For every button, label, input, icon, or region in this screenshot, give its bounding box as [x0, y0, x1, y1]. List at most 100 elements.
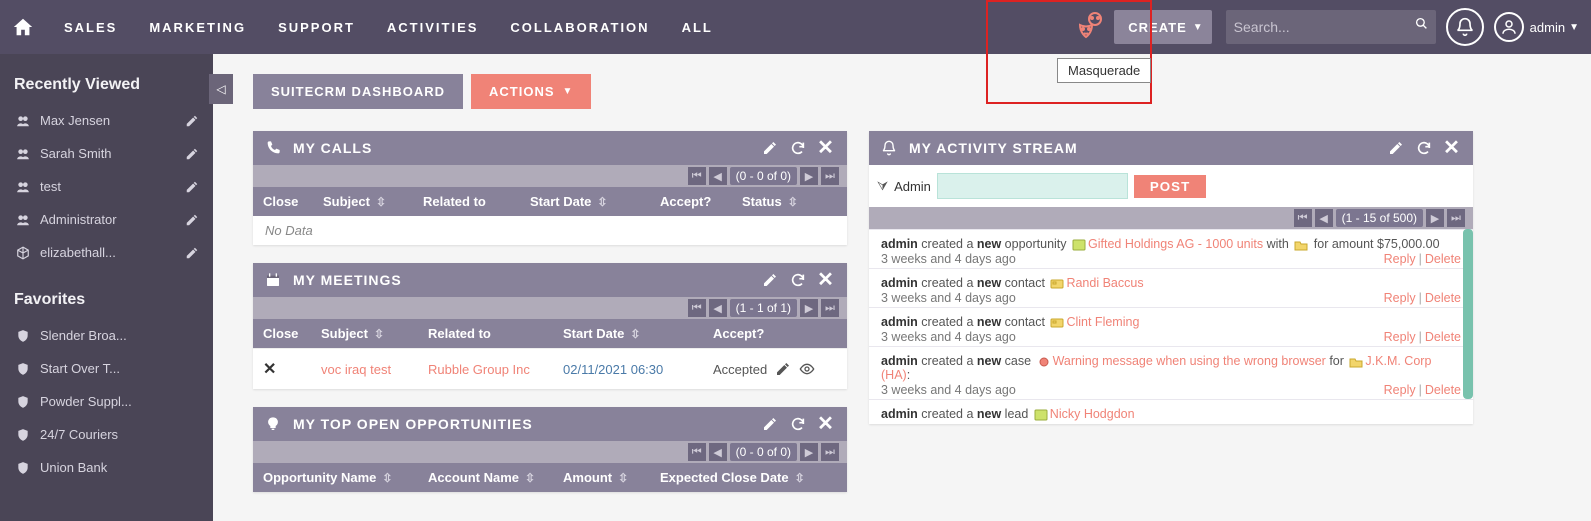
nav-marketing[interactable]: MARKETING [133, 0, 262, 54]
reply-link[interactable]: Reply [1384, 252, 1416, 266]
col-startdate[interactable]: Start Date⇳ [553, 319, 703, 348]
view-icon[interactable] [799, 361, 815, 377]
pager-last-icon[interactable]: ⏭ [821, 167, 839, 185]
col-startdate[interactable]: Start Date⇳ [520, 187, 650, 216]
col-subject[interactable]: Subject⇳ [311, 319, 418, 348]
reply-link[interactable]: Reply [1384, 291, 1416, 305]
pager-first-icon[interactable]: ⏮ [688, 299, 706, 317]
sidebar-item[interactable]: Sarah Smith [0, 137, 213, 170]
col-close[interactable]: Close [253, 319, 311, 348]
sidebar-item[interactable]: Slender Broa... [0, 319, 213, 352]
refresh-icon[interactable] [1415, 139, 1433, 157]
activity-link[interactable]: Randi Baccus [1066, 276, 1143, 290]
delete-link[interactable]: Delete [1425, 383, 1461, 397]
search-box[interactable] [1226, 10, 1436, 44]
nav-support[interactable]: SUPPORT [262, 0, 371, 54]
tab-dashboard[interactable]: SUITECRM DASHBOARD [253, 74, 463, 109]
activity-link[interactable]: Clint Fleming [1066, 315, 1139, 329]
expand-icon[interactable]: ⮛ [877, 178, 888, 194]
row-close-icon[interactable]: ✕ [263, 359, 276, 379]
nav-all[interactable]: ALL [666, 0, 729, 54]
reply-link[interactable]: Reply [1384, 330, 1416, 344]
sidebar-item[interactable]: Administrator [0, 203, 213, 236]
search-input[interactable] [1234, 19, 1415, 35]
edit-icon[interactable] [761, 139, 779, 157]
sidebar-item[interactable]: Union Bank [0, 451, 213, 484]
edit-icon[interactable] [775, 361, 791, 377]
col-close-date[interactable]: Expected Close Date⇳ [650, 463, 847, 492]
activity-link[interactable]: Nicky Hodgdon [1050, 407, 1135, 421]
close-icon[interactable]: ✕ [817, 271, 835, 289]
notifications-icon[interactable] [1446, 8, 1484, 46]
pager-prev-icon[interactable]: ◀ [1315, 209, 1333, 227]
search-icon[interactable] [1415, 17, 1428, 37]
activity-link[interactable]: Warning message when using the wrong bro… [1053, 354, 1326, 368]
pager-next-icon[interactable]: ▶ [800, 167, 818, 185]
edit-icon[interactable] [1387, 139, 1405, 157]
pencil-icon[interactable] [185, 147, 199, 161]
activity-stream-dashlet: MY ACTIVITY STREAM ✕ ⮛ Admin POST ⏮ ◀ [869, 131, 1473, 424]
col-subject[interactable]: Subject⇳ [313, 187, 413, 216]
pager-next-icon[interactable]: ▶ [800, 443, 818, 461]
pager-next-icon[interactable]: ▶ [800, 299, 818, 317]
pager-next-icon[interactable]: ▶ [1426, 209, 1444, 227]
pager-first-icon[interactable]: ⏮ [688, 443, 706, 461]
col-accept[interactable]: Accept? [703, 319, 847, 348]
pager-last-icon[interactable]: ⏭ [821, 299, 839, 317]
col-related[interactable]: Related to [413, 187, 520, 216]
nav-sales[interactable]: SALES [48, 0, 133, 54]
refresh-icon[interactable] [789, 271, 807, 289]
pencil-icon[interactable] [185, 114, 199, 128]
col-status[interactable]: Status⇳ [732, 187, 847, 216]
pager-prev-icon[interactable]: ◀ [709, 299, 727, 317]
sidebar-item[interactable]: Powder Suppl... [0, 385, 213, 418]
reply-link[interactable]: Reply [1384, 383, 1416, 397]
activity-input[interactable] [937, 173, 1128, 199]
scrollbar[interactable] [1463, 229, 1473, 399]
pager-first-icon[interactable]: ⏮ [688, 167, 706, 185]
pager-last-icon[interactable]: ⏭ [821, 443, 839, 461]
pager-first-icon[interactable]: ⏮ [1294, 209, 1312, 227]
sidebar-item[interactable]: Max Jensen [0, 104, 213, 137]
sidebar-item[interactable]: Start Over T... [0, 352, 213, 385]
close-icon[interactable]: ✕ [817, 139, 835, 157]
user-avatar-icon[interactable] [1494, 12, 1524, 42]
col-account-name[interactable]: Account Name⇳ [418, 463, 553, 492]
home-icon[interactable] [12, 16, 34, 38]
delete-link[interactable]: Delete [1425, 252, 1461, 266]
edit-icon[interactable] [761, 271, 779, 289]
user-menu[interactable]: admin ▼ [1530, 20, 1579, 35]
nav-activities[interactable]: ACTIVITIES [371, 0, 495, 54]
activity-link[interactable]: Gifted Holdings AG - 1000 units [1088, 237, 1263, 251]
pencil-icon[interactable] [185, 246, 199, 260]
close-icon[interactable]: ✕ [817, 415, 835, 433]
edit-icon[interactable] [761, 415, 779, 433]
col-amount[interactable]: Amount⇳ [553, 463, 650, 492]
delete-link[interactable]: Delete [1425, 330, 1461, 344]
col-accept[interactable]: Accept? [650, 187, 732, 216]
col-related[interactable]: Related to [418, 319, 553, 348]
pencil-icon[interactable] [185, 180, 199, 194]
delete-link[interactable]: Delete [1425, 291, 1461, 305]
col-close[interactable]: Close [253, 187, 313, 216]
favorites-title: Favorites [0, 269, 213, 319]
col-opp-name[interactable]: Opportunity Name⇳ [253, 463, 418, 492]
masquerade-icon[interactable] [1074, 11, 1106, 43]
post-button[interactable]: POST [1134, 175, 1206, 198]
meeting-related-link[interactable]: Rubble Group Inc [428, 362, 530, 377]
sidebar-item[interactable]: 24/7 Couriers [0, 418, 213, 451]
pager-prev-icon[interactable]: ◀ [709, 167, 727, 185]
tab-actions[interactable]: ACTIONS ▼ [471, 74, 591, 109]
create-button[interactable]: CREATE ▼ [1114, 10, 1211, 44]
refresh-icon[interactable] [789, 139, 807, 157]
pencil-icon[interactable] [185, 213, 199, 227]
close-icon[interactable]: ✕ [1443, 139, 1461, 157]
meeting-subject-link[interactable]: voc iraq test [321, 362, 391, 377]
nav-collaboration[interactable]: COLLABORATION [494, 0, 665, 54]
refresh-icon[interactable] [789, 415, 807, 433]
pager-last-icon[interactable]: ⏭ [1447, 209, 1465, 227]
pager-prev-icon[interactable]: ◀ [709, 443, 727, 461]
sidebar-item[interactable]: test [0, 170, 213, 203]
sidebar-collapse-toggle[interactable]: ◁ [209, 74, 233, 104]
sidebar-item[interactable]: elizabethall... [0, 236, 213, 269]
